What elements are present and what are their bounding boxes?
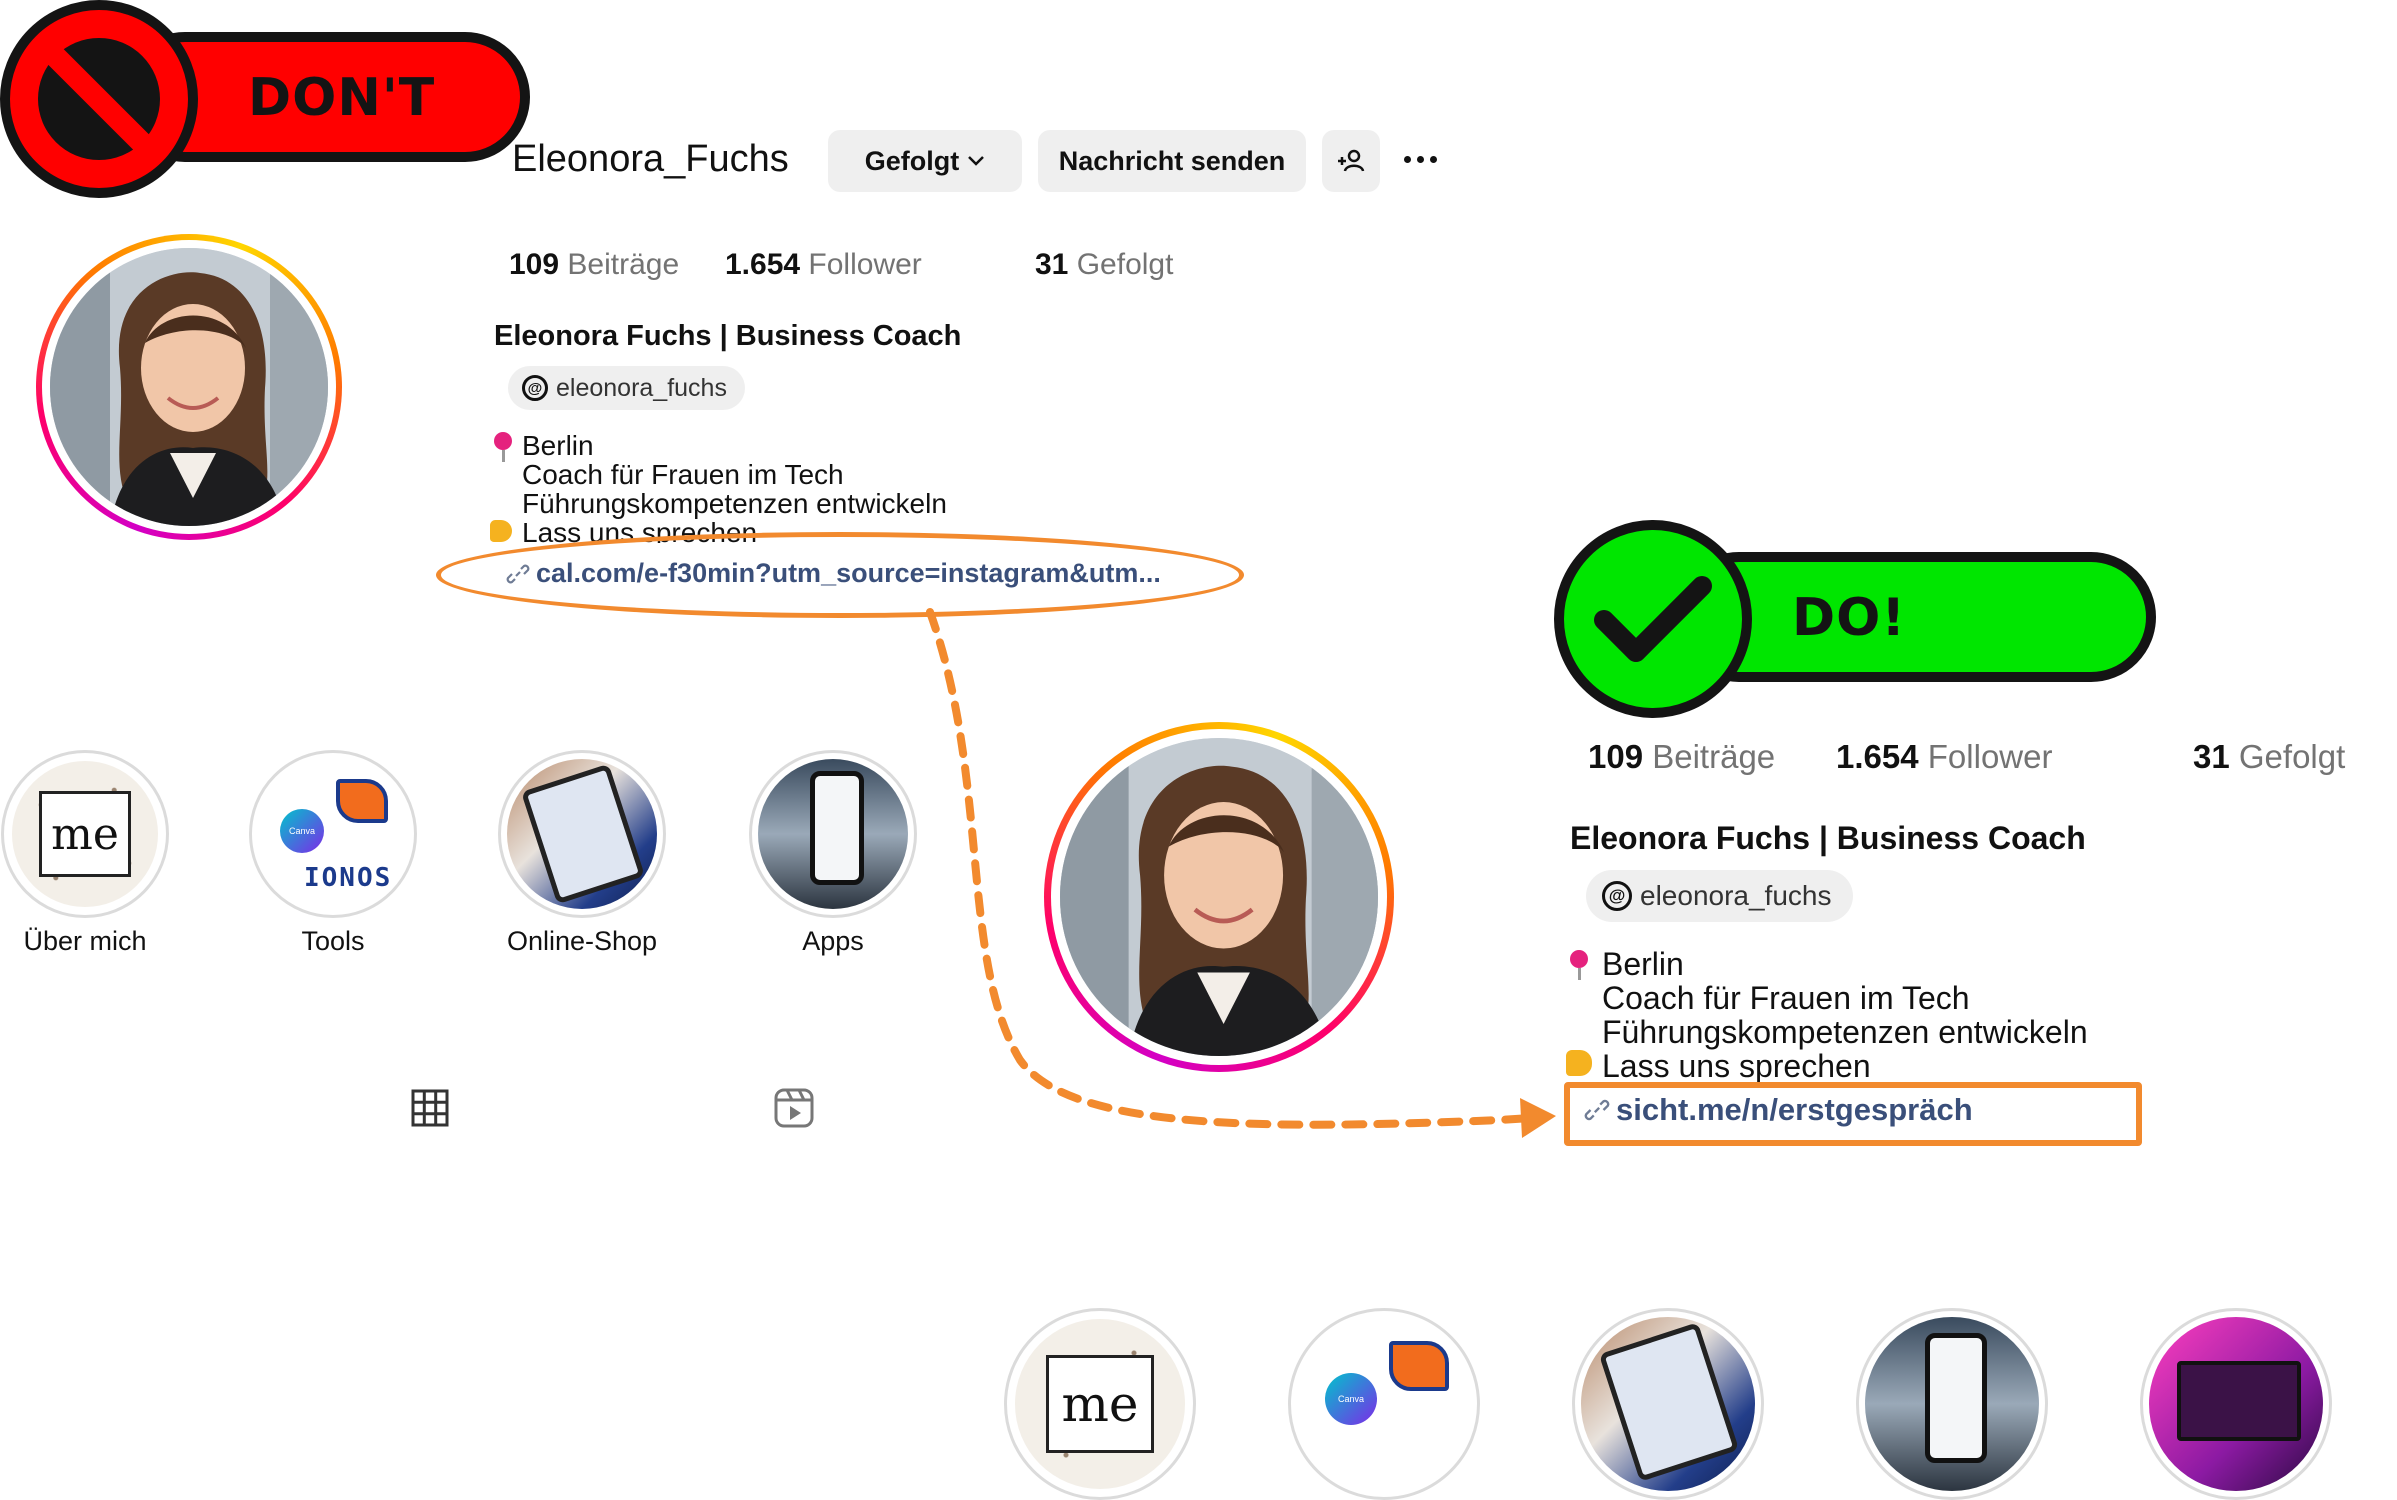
highlight-label: Tools: [301, 926, 365, 956]
bio-line-1: Coach für Frauen im Tech: [522, 459, 844, 490]
do-badge: DO!: [1554, 520, 2166, 720]
posts-stat: 109 Beiträge: [1588, 738, 1776, 775]
posts-stat: 109 Beiträge: [509, 248, 680, 281]
highlight-label: Über mich: [23, 926, 147, 956]
bio-line-2: Führungskompetenzen entwickeln: [1602, 1014, 2088, 1050]
ionos-leaf-icon: [336, 779, 388, 823]
do-highlight-4[interactable]: [1854, 1308, 2050, 1500]
bio-line-2: Führungskompetenzen entwickeln: [522, 488, 947, 519]
do-highlight-5[interactable]: [2138, 1308, 2334, 1500]
full-name: Eleonora Fuchs | Business Coach: [494, 320, 962, 352]
ionos-logo: IONOS: [304, 863, 393, 893]
highlight-apps[interactable]: Apps: [748, 750, 918, 957]
dont-label: DON'T: [248, 68, 436, 128]
me-card-icon: me: [1046, 1355, 1154, 1453]
phone-app-icon: [810, 771, 864, 885]
highlight-ring: Canva IONOS: [249, 750, 417, 918]
add-user-button[interactable]: [1322, 130, 1380, 192]
followers-stat[interactable]: 1.654 Follower: [1836, 738, 2052, 776]
do-link-highlight: [1564, 1082, 2142, 1146]
following-stat[interactable]: 31 Gefolgt: [1035, 248, 1173, 282]
highlight-label: Apps: [802, 926, 864, 956]
location-pin-icon: [494, 432, 512, 462]
comparison-graphic: DON'T Eleonora_Fuchs Gefolgt Nachricht s…: [0, 0, 2397, 1500]
following-button[interactable]: Gefolgt: [828, 130, 1022, 192]
grid-icon[interactable]: [410, 1088, 450, 1128]
pink-screen-icon: [2177, 1361, 2301, 1441]
me-card-icon: me: [39, 791, 131, 877]
canva-icon: Canva: [280, 809, 324, 853]
threads-chip[interactable]: @ eleonora_fuchs: [1586, 870, 1854, 922]
checkmark-icon: [1554, 520, 1752, 718]
do-label: DO!: [1792, 588, 1907, 648]
profile-photo: [1060, 738, 1378, 1056]
highlight-ring: [2140, 1308, 2332, 1500]
highlight-label: Online-Shop: [506, 926, 658, 956]
following-label: Gefolgt: [864, 145, 960, 176]
profile-avatar[interactable]: [1044, 722, 1394, 1072]
highlight-online-shop[interactable]: Online-Shop: [497, 750, 667, 957]
highlight-ring: me: [1004, 1308, 1196, 1500]
threads-handle: eleonora_fuchs: [1640, 880, 1832, 911]
do-highlight-3[interactable]: [1570, 1308, 1766, 1500]
location-pin-icon: [1570, 950, 1588, 980]
dont-badge: DON'T: [0, 0, 540, 200]
highlight-tools[interactable]: Canva IONOS Tools: [248, 750, 418, 957]
threads-icon: @: [1602, 881, 1632, 911]
highlight-ueber-mich[interactable]: me Über mich: [0, 750, 170, 957]
reels-icon[interactable]: [772, 1086, 816, 1130]
dont-link-highlight: [436, 532, 1244, 618]
profile-photo: [50, 248, 328, 526]
bio-location: Berlin: [522, 430, 594, 461]
threads-icon: @: [522, 375, 548, 401]
phone-app-icon: [1925, 1333, 1987, 1463]
prohibited-icon: [0, 0, 198, 198]
bio-line-1: Coach für Frauen im Tech: [1602, 980, 1970, 1016]
followers-stat[interactable]: 1.654 Follower: [725, 248, 922, 282]
bio-location: Berlin: [1602, 946, 1684, 982]
threads-chip[interactable]: @ eleonora_fuchs: [508, 366, 745, 410]
do-highlight-1[interactable]: me: [1002, 1308, 1198, 1500]
more-icon[interactable]: [1404, 156, 1437, 163]
message-button[interactable]: Nachricht senden: [1038, 130, 1306, 192]
full-name: Eleonora Fuchs | Business Coach: [1570, 820, 2086, 856]
threads-handle: eleonora_fuchs: [556, 373, 727, 402]
pointing-hand-icon: [1566, 1050, 1592, 1076]
ionos-leaf-icon: [1389, 1341, 1449, 1391]
highlight-ring: Canva: [1288, 1308, 1480, 1500]
highlight-ring: me: [1, 750, 169, 918]
bio-line-3: Lass uns sprechen: [1602, 1048, 1871, 1084]
highlight-ring: [749, 750, 917, 918]
chevron-down-icon: [968, 156, 985, 166]
highlight-ring: [1856, 1308, 2048, 1500]
do-highlight-2[interactable]: Canva: [1286, 1308, 1482, 1500]
profile-avatar[interactable]: [36, 234, 342, 540]
highlight-ring: [498, 750, 666, 918]
highlight-ring: [1572, 1308, 1764, 1500]
pointing-hand-icon: [490, 520, 512, 542]
add-user-icon: [1338, 149, 1365, 172]
canva-icon: Canva: [1325, 1373, 1377, 1425]
following-stat[interactable]: 31 Gefolgt: [2193, 738, 2345, 776]
message-label: Nachricht senden: [1058, 145, 1286, 176]
username: Eleonora_Fuchs: [512, 138, 789, 180]
